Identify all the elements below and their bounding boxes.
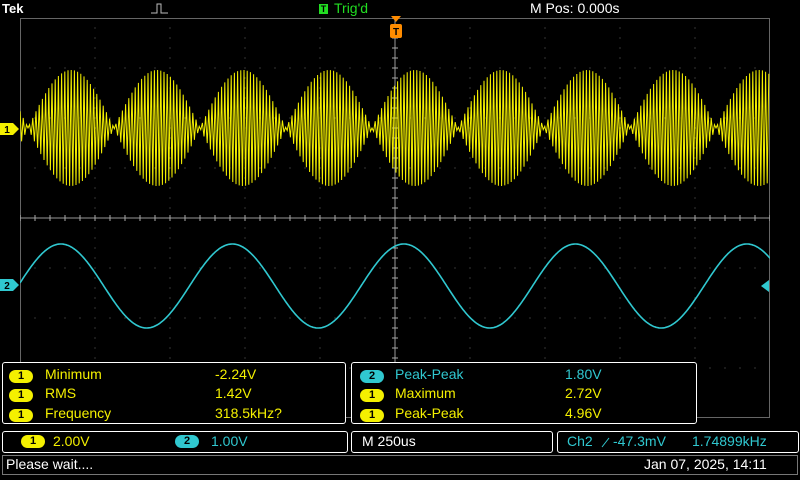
channel-badge: 2 [360,370,384,383]
trigger-badge: T [319,4,328,14]
measurement-row[interactable]: 2 Peak-Peak 1.80V [360,366,690,386]
channel-badge: 1 [360,409,384,422]
measurement-row[interactable]: 1 Frequency 318.5kHz? [9,405,339,425]
measurement-value: 318.5kHz? [215,405,282,421]
trigger-source: Ch2 [567,433,593,449]
trigger-status-label: Trig'd [334,0,369,16]
svg-text:T: T [393,27,399,38]
measurement-row[interactable]: 1 Minimum -2.24V [9,366,339,386]
waveform-display[interactable] [20,18,770,418]
channel-badge: 1 [360,389,384,402]
measurement-name: Minimum [45,366,102,382]
measurement-value: 1.80V [565,366,602,382]
trigger-level: -47.3mV [613,433,666,449]
measurement-name: RMS [45,385,77,401]
measurement-name: Peak-Peak [395,405,464,421]
trigger-status: T Trig'd [319,0,368,16]
channel-badge: 1 [9,409,33,422]
bottom-status-bar: Please wait.... Jan 07, 2025, 14:11 [2,455,798,475]
rising-edge-icon [601,437,610,448]
measurement-value: 4.96V [565,405,602,421]
measurement-row[interactable]: 1 RMS 1.42V [9,385,339,405]
trigger-position-marker[interactable]: T [389,14,403,40]
trigger-type-edge-icon [151,3,168,14]
measurement-name: Maximum [395,385,456,401]
measurement-name: Frequency [45,405,112,421]
ch1-volts-per-div[interactable]: 2.00V [53,433,90,449]
svg-text:1: 1 [4,125,10,136]
ch2-volts-per-div[interactable]: 1.00V [211,433,248,449]
brand-logo: Tek [2,1,24,16]
trigger-readout[interactable]: Ch2 -47.3mV 1.74899kHz [557,431,799,453]
measurement-value: 2.72V [565,385,602,401]
date-time: Jan 07, 2025, 14:11 [644,456,767,472]
ch1-badge: 1 [21,435,45,448]
svg-text:2: 2 [4,281,10,292]
measurement-row[interactable]: 1 Maximum 2.72V [360,385,690,405]
measurement-name: Peak-Peak [395,366,464,382]
time-per-div[interactable]: M 250us [362,433,416,449]
measurement-value: -2.24V [215,366,257,382]
ch2-ground-marker[interactable]: 2 [0,278,20,292]
measurement-value: 1.42V [215,385,252,401]
ch1-ground-marker[interactable]: 1 [0,122,20,136]
trigger-frequency: 1.74899kHz [692,433,767,449]
timebase-readout[interactable]: M 250us [351,431,553,453]
measurement-row[interactable]: 1 Peak-Peak 4.96V [360,405,690,425]
measurements-panel-right: 2 Peak-Peak 1.80V 1 Maximum 2.72V 1 Peak… [351,362,697,424]
trigger-level-marker[interactable] [760,280,770,292]
measurements-panel-left: 1 Minimum -2.24V 1 RMS 1.42V 1 Frequency… [2,362,346,424]
ch2-badge: 2 [175,435,199,448]
vertical-scale-readout[interactable]: 1 2.00V 2 1.00V [2,431,348,453]
channel-badge: 1 [9,389,33,402]
status-message: Please wait.... [6,456,94,472]
horizontal-position-readout: M Pos: 0.000s [530,0,620,16]
channel-badge: 1 [9,370,33,383]
